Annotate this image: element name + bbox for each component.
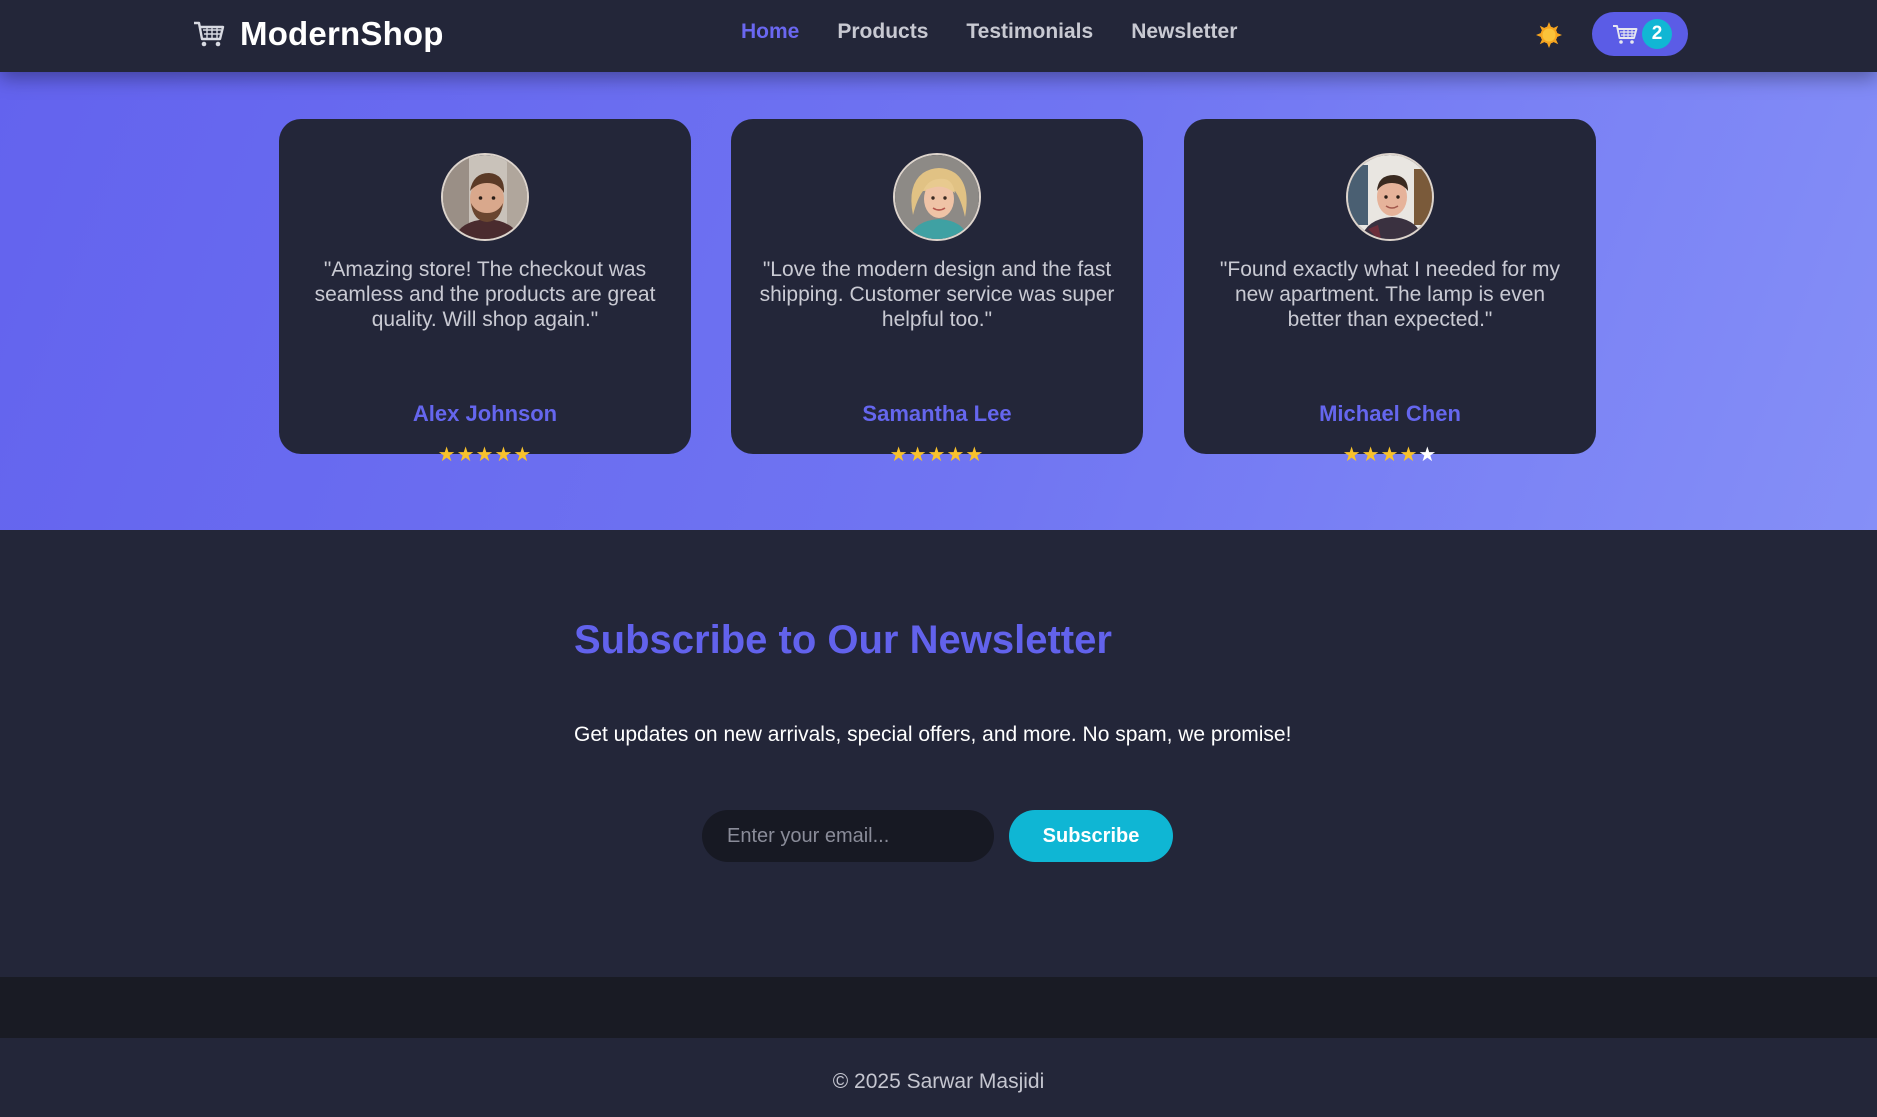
testimonial-card: "Love the modern design and the fast shi… (731, 119, 1143, 466)
avatar (441, 153, 529, 241)
testimonial-quote: "Found exactly what I needed for my new … (1219, 258, 1561, 331)
avatar (1346, 153, 1434, 241)
nav-link-testimonials[interactable]: Testimonials (966, 20, 1093, 44)
star-rating: ★★★★★ (1184, 442, 1596, 466)
testimonials-section: "Amazing store! The checkout was seamles… (0, 72, 1877, 530)
nav-link-home[interactable]: Home (741, 20, 799, 44)
shopping-cart-icon (192, 19, 226, 49)
star-icon: ★ (1361, 442, 1381, 466)
star-rating: ★★★★★ (731, 442, 1143, 466)
top-navbar: ModernShop Home Products Testimonials Ne… (0, 0, 1877, 72)
newsletter-section: Subscribe to Our Newsletter Get updates … (0, 530, 1877, 977)
subscribe-button[interactable]: Subscribe (1009, 810, 1173, 862)
star-empty-icon: ★ (1418, 442, 1438, 466)
star-icon: ★ (1399, 442, 1419, 466)
nav-link-newsletter[interactable]: Newsletter (1131, 20, 1237, 44)
copyright-text: © 2025 Sarwar Masjidi (832, 1070, 1045, 1093)
testimonial-author: Alex Johnson (412, 401, 558, 426)
avatar (893, 153, 981, 241)
cart-button[interactable]: 2 (1592, 12, 1688, 56)
email-field[interactable] (702, 810, 994, 862)
sun-icon[interactable] (1535, 21, 1563, 49)
star-icon: ★ (494, 442, 514, 466)
testimonial-quote: "Love the modern design and the fast shi… (759, 258, 1115, 331)
star-icon: ★ (437, 442, 457, 466)
testimonial-author: Michael Chen (1319, 401, 1461, 426)
star-icon: ★ (513, 442, 533, 466)
star-icon: ★ (889, 442, 909, 466)
star-rating: ★★★★★ (279, 442, 691, 466)
testimonial-quote: "Amazing store! The checkout was seamles… (314, 258, 656, 331)
star-icon: ★ (965, 442, 985, 466)
nav-link-products[interactable]: Products (837, 20, 928, 44)
star-icon: ★ (946, 442, 966, 466)
brand-name: ModernShop (240, 15, 444, 52)
footer-divider-band (0, 977, 1877, 1038)
footer: © 2025 Sarwar Masjidi (0, 1038, 1877, 1117)
testimonial-card: "Amazing store! The checkout was seamles… (279, 119, 691, 466)
star-icon: ★ (927, 442, 947, 466)
star-icon: ★ (475, 442, 495, 466)
shopping-cart-icon (1613, 25, 1638, 44)
star-icon: ★ (1380, 442, 1400, 466)
star-icon: ★ (1342, 442, 1362, 466)
testimonial-card: "Found exactly what I needed for my new … (1184, 119, 1596, 466)
nav-links: Home Products Testimonials Newsletter (741, 20, 1237, 44)
newsletter-description: Get updates on new arrivals, special off… (574, 723, 1292, 746)
cart-count-badge: 2 (1642, 19, 1672, 49)
testimonial-author: Samantha Lee (862, 401, 1012, 426)
newsletter-title: Subscribe to Our Newsletter (574, 618, 1112, 662)
star-icon: ★ (456, 442, 476, 466)
brand-logo[interactable]: ModernShop (192, 14, 444, 54)
star-icon: ★ (908, 442, 928, 466)
